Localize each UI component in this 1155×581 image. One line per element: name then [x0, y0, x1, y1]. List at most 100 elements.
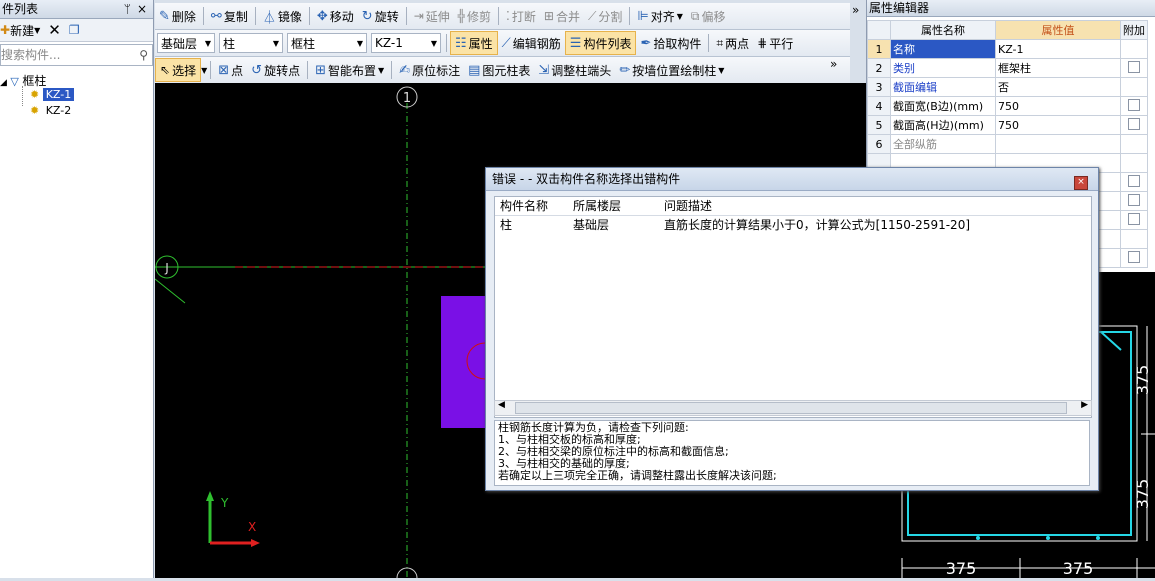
dropdown-icon: ▼ [378, 65, 385, 75]
offset-button[interactable]: ⧉ 偏移 [687, 5, 730, 27]
move-button[interactable]: ✥ 移动 [313, 5, 358, 27]
two-point-button[interactable]: ⌗ 两点 [712, 32, 753, 54]
toolbar-overflow-button[interactable]: » [830, 57, 837, 71]
expand-icon[interactable]: ◢ [0, 78, 7, 88]
column-header[interactable]: 所属楼层 [568, 197, 659, 215]
move-icon: ✥ [316, 8, 328, 24]
draw-by-wall-button[interactable]: ✏ 按墙位置绘制柱 ▼ [615, 59, 728, 81]
scroll-right-icon[interactable]: ▶ [1081, 400, 1088, 410]
inplace-annotation-button[interactable]: ✍ 原位标注 [395, 59, 464, 81]
property-value[interactable]: 框架柱 [995, 58, 1121, 78]
close-icon[interactable]: × [1074, 176, 1088, 190]
dropdown-icon: ▼ [430, 38, 437, 48]
column-table-button[interactable]: ▤ 图元柱表 [464, 59, 534, 81]
divider [210, 61, 212, 79]
property-row[interactable]: 4 截面宽(B边)(mm) 750 [867, 96, 1148, 116]
extend-icon: ⇥ [413, 9, 424, 23]
checkbox[interactable] [1128, 117, 1140, 130]
property-value[interactable]: KZ-1 [995, 39, 1121, 59]
error-row[interactable]: 柱 基础层 直筋长度的计算结果小于0，计算公式为[1150-2591-20] [495, 216, 1091, 236]
property-value[interactable]: 750 [995, 96, 1121, 116]
component-value: KZ-1 [375, 36, 403, 50]
horizontal-scrollbar[interactable]: ◀ ▶ [494, 400, 1092, 416]
point-button[interactable]: ⊠ 点 [214, 59, 247, 81]
inplace-annotation-label: 原位标注 [412, 63, 461, 78]
trim-icon: ╬ [457, 9, 466, 23]
scroll-left-icon[interactable]: ◀ [498, 400, 505, 410]
column-header[interactable]: 构件名称 [495, 197, 568, 215]
annotation-icon: ✍ [399, 62, 411, 78]
floor-select[interactable]: 基础层 ▼ [157, 33, 215, 53]
close-icon[interactable]: × [137, 0, 147, 18]
smart-layout-icon: ⊞ [315, 62, 326, 78]
copy-icon[interactable]: ❐ [69, 23, 80, 37]
property-row[interactable]: 1 名称 KZ-1 [867, 39, 1148, 59]
list-toolbar: ✚ 新建 ▼ ✕ ❐ [0, 19, 153, 42]
scrollbar-thumb[interactable] [515, 402, 1067, 414]
checkbox[interactable] [1128, 98, 1140, 111]
point-label: 点 [231, 63, 244, 78]
property-row[interactable]: 6 全部纵筋 [867, 134, 1148, 154]
checkbox[interactable] [1128, 60, 1140, 73]
merge-button[interactable]: ⊞ 合并 [540, 5, 584, 27]
rotate-point-button[interactable]: ↺ 旋转点 [247, 59, 304, 81]
property-row[interactable]: 2 类别 框架柱 [867, 58, 1148, 78]
property-row[interactable]: 5 截面高(H边)(mm) 750 [867, 115, 1148, 135]
properties-button[interactable]: ☷ 属性 [450, 31, 498, 55]
pin-icon[interactable]: ᛘ [124, 0, 131, 18]
dropdown-icon[interactable]: ▼ [201, 66, 207, 75]
tree-item-kz1[interactable]: ✹ KZ-1 [30, 88, 75, 101]
rebar-dot [1096, 536, 1100, 540]
delete-button[interactable]: ✎ 删除 [155, 5, 200, 27]
checkbox[interactable] [1128, 212, 1140, 225]
tree-item-kz2[interactable]: ✹ KZ-2 [30, 104, 74, 117]
dropdown-icon: ▼ [676, 11, 683, 21]
type-select[interactable]: 框柱 ▼ [287, 33, 367, 53]
trim-button[interactable]: ╬ 修剪 [454, 5, 495, 27]
checkbox[interactable] [1128, 174, 1140, 187]
merge-label: 合并 [555, 9, 580, 24]
rotate-button[interactable]: ↻ 旋转 [358, 5, 403, 27]
extend-button[interactable]: ⇥ 延伸 [410, 5, 454, 27]
edit-rebar-button[interactable]: ⟋ 编辑钢筋 [498, 32, 565, 54]
toolbar-overflow-button[interactable]: » [852, 3, 859, 17]
delete-icon[interactable]: ✕ [48, 21, 61, 39]
stirrup-hook [1100, 331, 1122, 351]
align-button[interactable]: ⊫ 对齐 ▼ [633, 5, 687, 27]
pick-component-button[interactable]: ✒ 拾取构件 [636, 32, 705, 54]
dialog-titlebar[interactable]: 错误 - - 双击构件名称选择出错构件 [486, 168, 1098, 191]
panel-title-text: 件列表 [2, 2, 39, 16]
search-box[interactable]: 搜索构件... ⚲ [0, 44, 153, 66]
component-list-button[interactable]: ☰ 构件列表 [564, 31, 637, 55]
new-button[interactable]: ✚ 新建 ▼ [0, 22, 40, 39]
checkbox[interactable] [1128, 193, 1140, 206]
select-button[interactable]: ⇖ 选择 [155, 58, 202, 82]
component-select[interactable]: KZ-1 ▼ [371, 33, 441, 53]
draw-by-wall-label: 按墙位置绘制柱 [632, 63, 717, 78]
adjust-icon: ⇲ [538, 62, 550, 78]
split-button[interactable]: ⟋ 分割 [584, 5, 626, 27]
copy-button[interactable]: ⚯ 复制 [207, 5, 252, 27]
split-icon: ⟋ [587, 8, 597, 23]
smart-layout-button[interactable]: ⊞ 智能布置 ▼ [311, 59, 388, 81]
search-input[interactable]: 搜索构件... [1, 48, 60, 62]
dimension-label: 375 [1133, 365, 1152, 396]
mirror-button[interactable]: ⏃ 镜像 [259, 5, 306, 27]
property-value[interactable]: 750 [995, 115, 1121, 135]
search-icon[interactable]: ⚲ [139, 45, 148, 65]
property-value[interactable]: 否 [995, 77, 1121, 97]
property-name: 截面编辑 [890, 77, 996, 97]
property-value[interactable] [995, 134, 1121, 154]
adjust-column-end-button[interactable]: ⇲ 调整柱端头 [534, 59, 615, 81]
column-header[interactable]: 问题描述 [659, 197, 1091, 215]
split-label: 分割 [598, 9, 623, 24]
column-element[interactable] [441, 296, 491, 428]
parallel-button[interactable]: ⋕ 平行 [753, 32, 797, 54]
break-button[interactable]: ⁚ 打断 [502, 5, 540, 27]
category-select[interactable]: 柱 ▼ [219, 33, 283, 53]
property-extra [1120, 58, 1148, 78]
divider [308, 7, 310, 25]
property-row[interactable]: 3 截面编辑 否 [867, 77, 1148, 97]
property-extra [1120, 229, 1148, 249]
checkbox[interactable] [1128, 250, 1140, 263]
